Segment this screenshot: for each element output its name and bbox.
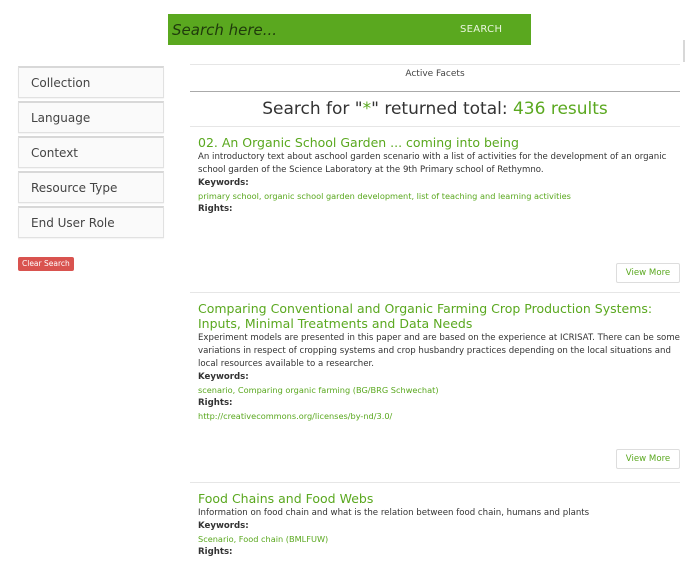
active-facets: Active Facets [190,64,680,92]
results-heading: Search for "*" returned total: 436 resul… [190,96,680,126]
result-rights-link[interactable]: http://creativecommons.org/licenses/by-n… [198,410,680,423]
result-description: An introductory text about aschool garde… [198,152,667,175]
result-item: Comparing Conventional and Organic Farmi… [190,292,680,482]
facet-collection[interactable]: Collection [18,66,164,98]
facet-resource-type[interactable]: Resource Type [18,171,164,203]
keywords-label: Keywords: [198,372,249,382]
keywords-label: Keywords: [198,178,249,188]
heading-mid: " returned total: [371,99,513,119]
results-panel: Active Facets Search for "*" returned to… [190,64,680,581]
result-keywords[interactable]: scenario, Comparing organic farming (BG/… [198,384,680,397]
view-more-button[interactable]: View More [616,449,680,469]
search-bar: SEARCH [168,14,531,45]
results-count: 436 results [512,99,608,119]
rights-label: Rights: [198,204,233,214]
facet-context[interactable]: Context [18,136,164,168]
result-keywords[interactable]: primary school, organic school garden de… [198,190,680,203]
search-input[interactable] [168,14,442,45]
search-button[interactable]: SEARCH [442,14,531,45]
result-description: Information on food chain and what is th… [198,508,590,518]
result-title[interactable]: Comparing Conventional and Organic Farmi… [198,301,680,331]
rights-label: Rights: [198,547,233,557]
scrollbar-thumb[interactable] [683,40,685,62]
result-title[interactable]: Food Chains and Food Webs [198,491,680,506]
result-item: 02. An Organic School Garden ... coming … [190,126,680,292]
result-keywords[interactable]: Scenario, Food chain (BMLFUW) [198,533,680,546]
clear-search-button[interactable]: Clear Search [18,257,74,271]
result-title[interactable]: 02. An Organic School Garden ... coming … [198,135,680,150]
facet-language[interactable]: Language [18,101,164,133]
result-item: Food Chains and Food Webs Information on… [190,482,680,581]
rights-label: Rights: [198,398,233,408]
facet-end-user-role[interactable]: End User Role [18,206,164,238]
heading-prefix: Search for " [262,99,363,119]
facet-sidebar: Collection Language Context Resource Typ… [18,66,164,241]
keywords-label: Keywords: [198,521,249,531]
search-query: * [362,99,372,119]
result-description: Experiment models are presented in this … [198,333,680,369]
view-more-button[interactable]: View More [616,263,680,283]
